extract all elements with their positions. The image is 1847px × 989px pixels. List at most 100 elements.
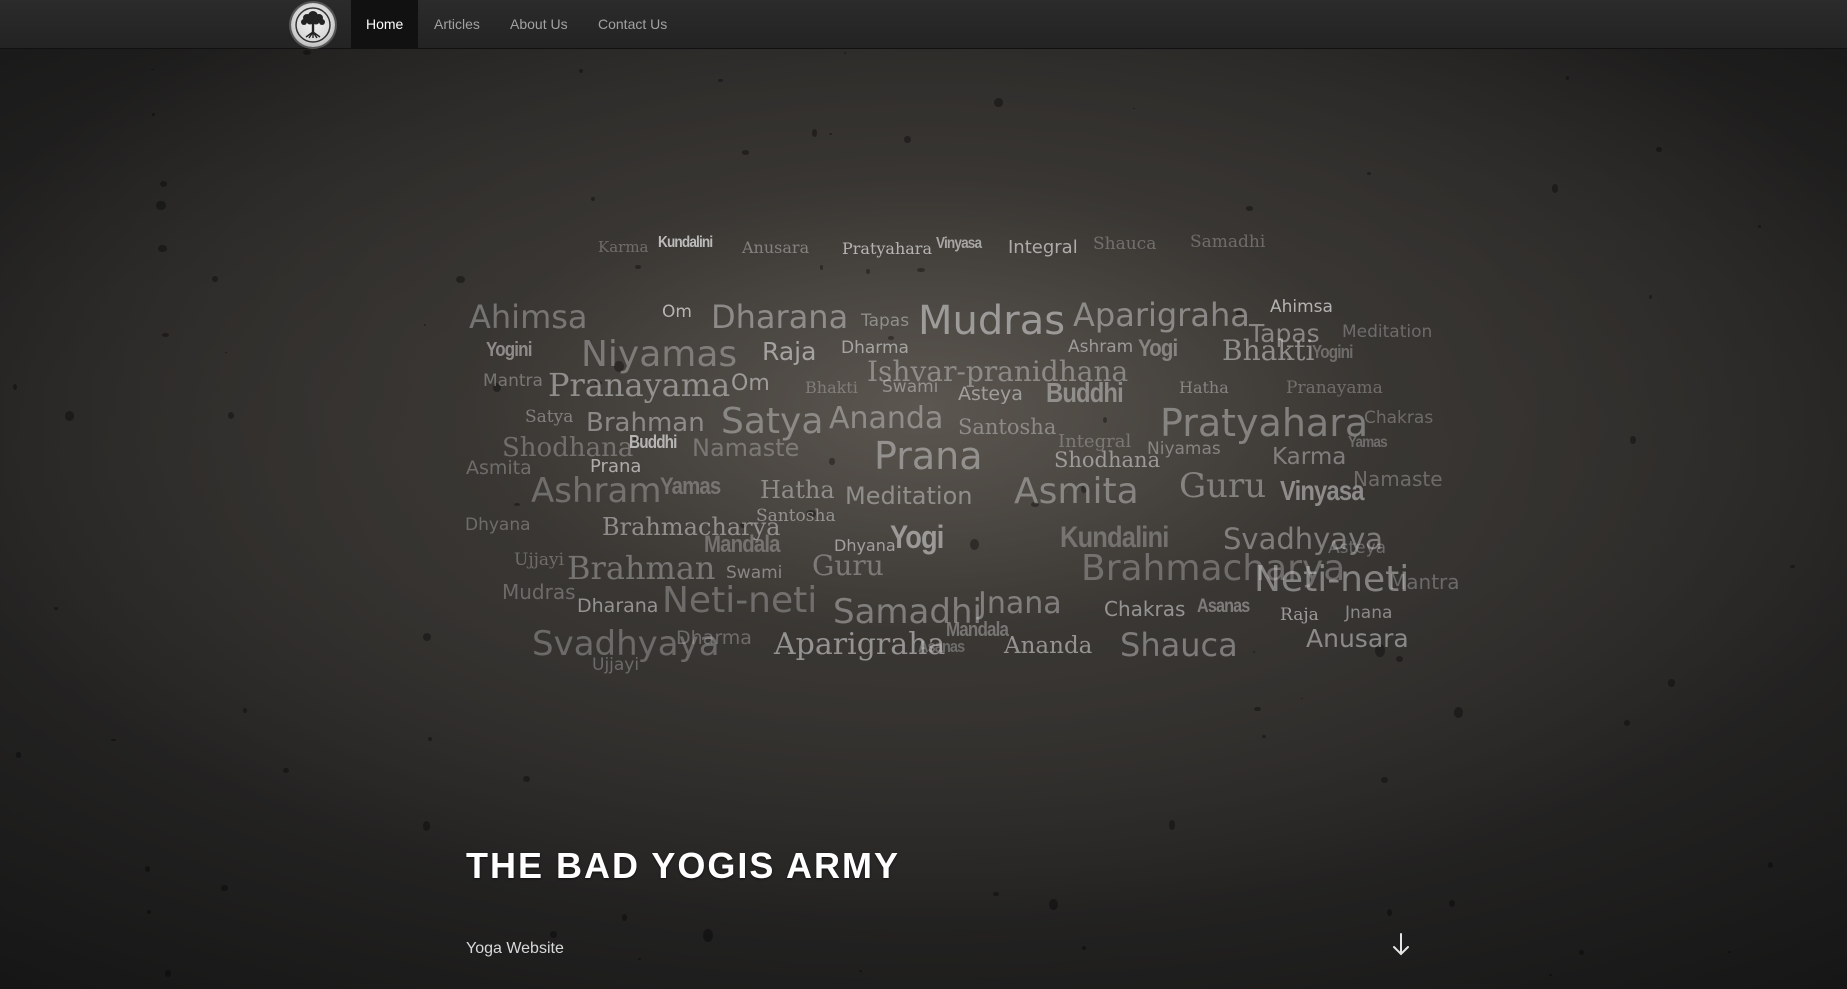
texture-speck	[1767, 862, 1774, 869]
navbar: Home Articles About Us Contact Us	[0, 0, 1847, 49]
texture-speck	[590, 197, 595, 201]
texture-speck	[1396, 656, 1404, 663]
texture-speck	[158, 244, 167, 253]
word-cloud-word: Anusara	[1306, 624, 1409, 653]
texture-speck	[828, 132, 832, 136]
word-cloud-word: Neti-neti	[1254, 559, 1410, 600]
texture-speck	[843, 52, 846, 55]
texture-speck	[1245, 205, 1253, 211]
word-cloud-word: Vinyasa	[1280, 475, 1364, 506]
word-cloud-word: Dhyana	[465, 515, 531, 535]
texture-speck	[422, 821, 431, 832]
texture-speck	[829, 457, 835, 465]
word-cloud-word: Chakras	[1104, 597, 1186, 621]
texture-speck	[523, 775, 531, 782]
texture-speck	[160, 180, 168, 187]
texture-speck	[549, 931, 557, 938]
texture-speck	[717, 78, 723, 83]
word-cloud-word: Yogini	[1312, 342, 1353, 362]
word-cloud-word: Dharma	[676, 627, 752, 649]
texture-speck	[54, 607, 58, 611]
texture-speck	[212, 275, 219, 283]
texture-speck	[638, 957, 641, 960]
texture-speck	[1168, 820, 1176, 830]
texture-speck	[164, 970, 172, 977]
texture-speck	[1789, 565, 1796, 569]
word-cloud-word: Satya	[525, 407, 574, 427]
texture-speck	[1548, 974, 1552, 976]
word-cloud-word: Karma	[598, 238, 649, 256]
texture-speck	[302, 49, 312, 56]
word-cloud-word: Hatha	[760, 476, 835, 504]
word-cloud-word: Namaste	[1353, 467, 1443, 491]
word-cloud-word: Meditation	[1342, 322, 1433, 342]
word-cloud-word: Hatha	[1179, 378, 1229, 397]
word-cloud-word: Aparigraha	[1073, 296, 1250, 334]
texture-speck	[1132, 107, 1135, 110]
word-cloud-word: Tapas	[861, 311, 910, 331]
word-cloud-word: Mudras	[918, 298, 1066, 344]
texture-speck	[1102, 416, 1107, 423]
word-cloud-word: Guru	[812, 549, 884, 582]
texture-speck	[1649, 294, 1653, 299]
arrow-down-icon[interactable]	[1390, 932, 1412, 958]
texture-speck	[12, 383, 17, 390]
word-cloud-word: Raja	[762, 337, 817, 366]
texture-speck	[1387, 908, 1393, 916]
texture-speck	[423, 633, 431, 641]
word-cloud-word: Om	[662, 302, 692, 322]
word-cloud-word: Kundalini	[658, 234, 713, 251]
nav-contact-us[interactable]: Contact Us	[583, 0, 682, 49]
word-cloud-word: Ahimsa	[1270, 297, 1333, 317]
hero-title: THE BAD YOGIS ARMY	[466, 845, 901, 886]
texture-speck	[1623, 720, 1630, 726]
word-cloud-word: Pratyahara	[842, 239, 932, 258]
texture-speck	[1367, 171, 1372, 175]
word-cloud-word: Yamas	[660, 473, 721, 500]
word-cloud-word: Meditation	[845, 482, 973, 510]
word-cloud-word: Chakras	[1364, 408, 1434, 428]
texture-speck	[1262, 734, 1266, 738]
texture-speck	[994, 97, 1003, 108]
texture-speck	[156, 200, 166, 211]
texture-speck	[1758, 224, 1762, 228]
word-cloud-word: Jnana	[1345, 603, 1393, 623]
texture-speck	[227, 411, 235, 419]
hero-section: Karma Kundalini Anusara Pratyahara Vinyasa In…	[0, 49, 1847, 989]
hero-subtitle: Yoga Website	[466, 940, 564, 957]
word-cloud-word: Ahimsa	[469, 298, 588, 336]
tree-of-life-icon[interactable]	[291, 3, 335, 47]
texture-speck	[579, 69, 583, 73]
word-cloud-word: Ujjayi	[514, 550, 565, 570]
word-cloud-word: Yamas	[1348, 434, 1388, 451]
texture-speck	[634, 264, 642, 270]
nav-articles[interactable]: Articles	[419, 0, 495, 49]
word-cloud-word: Ashram	[1068, 337, 1134, 357]
word-cloud-word: Jnana	[978, 586, 1062, 621]
texture-speck	[1630, 435, 1636, 444]
word-cloud-word: Shauca	[1093, 234, 1157, 254]
word-cloud-word: Pranayama	[548, 366, 731, 404]
word-cloud-word: Ananda	[829, 401, 944, 436]
word-cloud-word: Karma	[1272, 444, 1347, 470]
word-cloud-word: Asmita	[1014, 471, 1139, 512]
word-cloud-word: Ujjayi	[592, 655, 640, 675]
nav-about-us[interactable]: About Us	[495, 0, 583, 49]
texture-speck	[1565, 75, 1569, 80]
word-cloud-word: Asmita	[466, 457, 532, 479]
word-cloud-word: Buddhi	[1046, 377, 1124, 408]
word-cloud-word: Anusara	[742, 238, 810, 257]
word-cloud-word: Vinyasa	[936, 235, 982, 252]
word-cloud-word: Dharana	[711, 298, 849, 336]
texture-speck	[456, 275, 466, 284]
word-cloud-word: Ashram	[531, 471, 662, 511]
texture-speck	[221, 885, 228, 891]
word-cloud-word: Om	[731, 371, 770, 396]
word-cloud-word: Yogi	[890, 519, 944, 555]
word-cloud-word: Shauca	[1120, 626, 1238, 664]
texture-speck	[423, 324, 427, 327]
texture-speck	[970, 539, 979, 550]
texture-speck	[811, 129, 818, 137]
nav-home[interactable]: Home	[351, 0, 419, 49]
texture-speck	[111, 738, 117, 742]
